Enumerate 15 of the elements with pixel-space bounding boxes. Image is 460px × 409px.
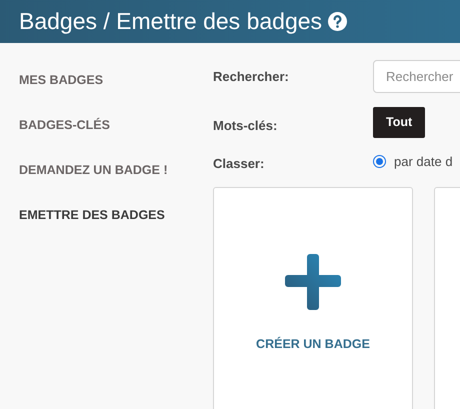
plus-icon: [285, 254, 341, 310]
search-label: Rechercher:: [213, 68, 290, 86]
search-field[interactable]: Rechercher: [373, 60, 460, 93]
keyword-button[interactable]: Tout: [373, 107, 426, 138]
create-badge-label: CRÉER UN BADGE: [256, 336, 370, 352]
help-icon[interactable]: [328, 12, 348, 31]
page-title: Badges / Emettre des badges: [19, 7, 322, 36]
keywords-label: Mots-clés:: [213, 116, 278, 135]
sidebar-link[interactable]: MES BADGES: [19, 72, 213, 88]
sidebar-link[interactable]: BADGES-CLÉS: [19, 117, 213, 133]
create-badge-card[interactable]: CRÉER UN BADGE: [213, 186, 413, 409]
sidebar-link[interactable]: EMETTRE DES BADGES: [19, 207, 213, 223]
sidebar-link[interactable]: DEMANDEZ UN BADGE !: [19, 162, 213, 178]
sort-radio[interactable]: par date d: [373, 152, 453, 172]
sort-label: Classer:: [213, 155, 266, 173]
